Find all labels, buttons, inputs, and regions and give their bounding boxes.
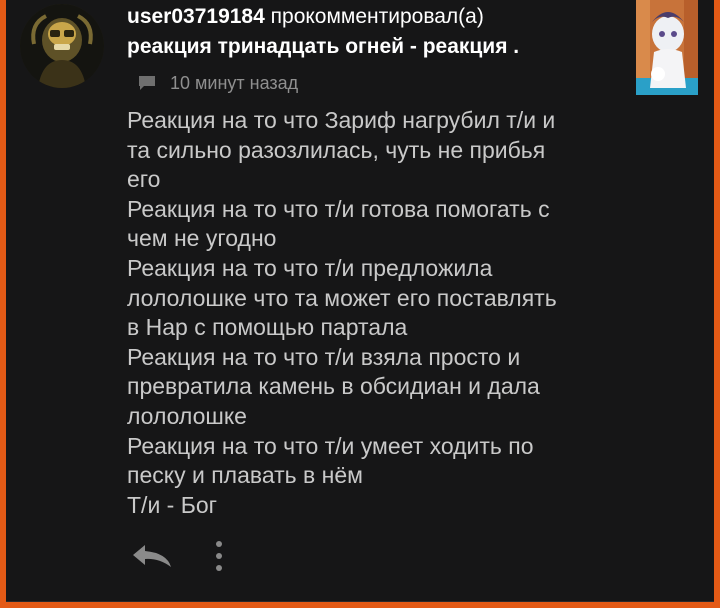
reply-button[interactable]	[131, 541, 175, 571]
divider	[6, 601, 714, 602]
more-options-button[interactable]	[208, 539, 230, 573]
comment-line: Реакция на то что т/и предложила	[127, 254, 493, 281]
comment-line: песку и плавать в нём	[127, 462, 363, 489]
more-vertical-icon	[216, 541, 222, 571]
comment-line: лололошке что та может его поставлять	[127, 284, 557, 311]
action-text: прокомментировал(а)	[270, 5, 484, 28]
comment-line: Т/и - Бог	[127, 491, 218, 518]
avatar[interactable]	[20, 4, 104, 88]
comment-header: user03719184 прокомментировал(а) реакция…	[127, 2, 625, 62]
accent-edge-bottom	[0, 602, 720, 608]
comment-card: user03719184 прокомментировал(а) реакция…	[0, 0, 720, 608]
comment-line: Реакция на то что т/и умеет ходить по	[127, 432, 534, 459]
username-link[interactable]: user03719184	[127, 5, 265, 28]
comment-bubble-icon	[138, 75, 156, 91]
post-title-link[interactable]: реакция тринадцать огней - реакция .	[127, 32, 625, 62]
comment-body: Реакция на то что Зариф нагрубил т/и и т…	[127, 106, 647, 520]
comment-line: в Нар с помощью партала	[127, 314, 408, 341]
comment-line: Реакция на то что Зариф нагрубил т/и и	[127, 107, 556, 133]
comment-line: Реакция на то что т/и взяла просто и	[127, 343, 521, 370]
comment-line: превратила камень в обсидиан и дала	[127, 373, 540, 400]
timestamp: 10 минут назад	[170, 72, 299, 93]
post-thumbnail[interactable]	[636, 0, 698, 95]
accent-edge-right	[714, 0, 720, 608]
reply-arrow-icon	[133, 545, 171, 567]
avatar-image	[20, 4, 104, 88]
comment-line: чем не угодно	[127, 225, 277, 252]
comment-line: та сильно разозлилась, чуть не прибья	[127, 136, 546, 163]
comment-line: лололошке	[127, 402, 247, 429]
accent-edge-left	[0, 0, 6, 608]
post-thumbnail-image	[636, 0, 698, 95]
comment-line: Реакция на то что т/и готова помогать с	[127, 195, 550, 222]
comment-line: его	[127, 166, 161, 193]
comment-meta: 10 минут назад	[138, 68, 298, 98]
